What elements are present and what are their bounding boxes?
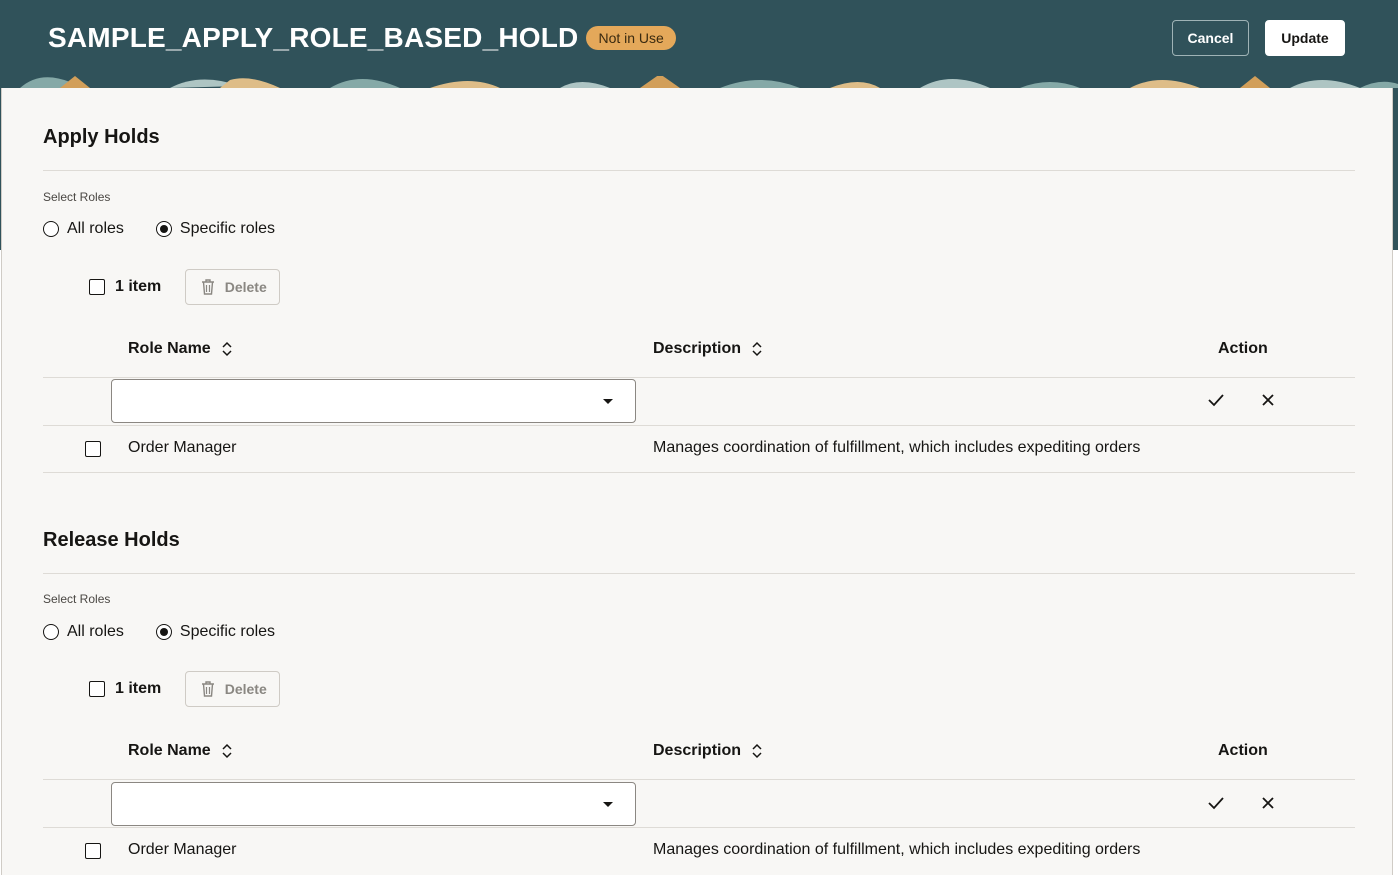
role-name-select[interactable] bbox=[111, 782, 636, 826]
radio-button[interactable] bbox=[43, 624, 59, 640]
row-divider bbox=[43, 425, 1355, 426]
page-header: SAMPLE_APPLY_ROLE_BASED_HOLD Not in Use … bbox=[0, 0, 1398, 88]
radio-label: Specific roles bbox=[179, 220, 276, 237]
radio-all-roles[interactable]: All roles bbox=[43, 623, 124, 641]
item-count: 1 item bbox=[115, 278, 162, 295]
table-toolbar: 1 item Delete bbox=[89, 269, 281, 305]
sort-icon[interactable] bbox=[751, 341, 763, 357]
chevron-down-icon[interactable] bbox=[603, 802, 613, 807]
column-header-description[interactable]: Description bbox=[653, 742, 763, 760]
apply-holds-section: Apply Holds Select Roles All roles Speci… bbox=[43, 126, 1355, 476]
row-checkbox[interactable] bbox=[85, 441, 101, 457]
radio-specific-roles[interactable]: Specific roles bbox=[155, 220, 276, 238]
role-radio-group: All roles Specific roles bbox=[43, 220, 275, 238]
radio-label: All roles bbox=[67, 623, 124, 640]
radio-label: All roles bbox=[67, 220, 124, 237]
role-name-cell: Order Manager bbox=[128, 439, 237, 456]
section-title: Release Holds bbox=[43, 529, 180, 551]
radio-label: Specific roles bbox=[179, 623, 276, 640]
divider bbox=[43, 170, 1355, 171]
row-divider bbox=[43, 472, 1355, 473]
cancel-button[interactable]: Cancel bbox=[1172, 20, 1249, 56]
radio-all-roles[interactable]: All roles bbox=[43, 220, 124, 238]
sort-icon[interactable] bbox=[751, 743, 763, 759]
radio-button[interactable] bbox=[43, 221, 59, 237]
select-roles-label: Select Roles bbox=[43, 190, 111, 204]
select-all-checkbox[interactable] bbox=[89, 681, 105, 697]
release-holds-section: Release Holds Select Roles All roles Spe… bbox=[43, 529, 1355, 875]
delete-button[interactable]: Delete bbox=[185, 671, 281, 707]
delete-label: Delete bbox=[224, 681, 267, 697]
check-icon[interactable] bbox=[1206, 390, 1226, 410]
column-label: Description bbox=[653, 340, 742, 357]
delete-button[interactable]: Delete bbox=[185, 269, 281, 305]
sort-icon[interactable] bbox=[221, 743, 233, 759]
trash-icon bbox=[201, 681, 214, 697]
select-roles-label: Select Roles bbox=[43, 592, 111, 606]
table-toolbar: 1 item Delete bbox=[89, 671, 281, 707]
column-label: Description bbox=[653, 742, 742, 759]
radio-button[interactable] bbox=[155, 624, 172, 640]
chevron-down-icon[interactable] bbox=[603, 399, 613, 404]
select-all-checkbox[interactable] bbox=[89, 279, 105, 295]
radio-button[interactable] bbox=[155, 221, 172, 237]
status-badge: Not in Use bbox=[586, 26, 676, 50]
row-divider bbox=[43, 377, 1355, 378]
column-label: Action bbox=[1218, 742, 1268, 759]
row-checkbox[interactable] bbox=[85, 843, 101, 859]
main-content: Apply Holds Select Roles All roles Speci… bbox=[1, 88, 1393, 875]
page-title: SAMPLE_APPLY_ROLE_BASED_HOLD bbox=[48, 22, 579, 53]
item-count: 1 item bbox=[115, 680, 162, 697]
divider bbox=[43, 573, 1355, 574]
close-icon[interactable] bbox=[1258, 793, 1278, 813]
close-icon[interactable] bbox=[1258, 390, 1278, 410]
column-header-action: Action bbox=[1218, 340, 1268, 358]
column-label: Role Name bbox=[128, 340, 211, 357]
row-divider bbox=[43, 779, 1355, 780]
column-label: Action bbox=[1218, 340, 1268, 357]
title-wrap: SAMPLE_APPLY_ROLE_BASED_HOLD Not in Use bbox=[48, 20, 676, 56]
update-button[interactable]: Update bbox=[1265, 20, 1345, 56]
description-cell: Manages coordination of fulfillment, whi… bbox=[653, 841, 1141, 858]
column-header-role-name[interactable]: Role Name bbox=[128, 742, 233, 760]
description-cell: Manages coordination of fulfillment, whi… bbox=[653, 439, 1141, 456]
column-label: Role Name bbox=[128, 742, 211, 759]
radio-specific-roles[interactable]: Specific roles bbox=[155, 623, 276, 641]
column-header-role-name[interactable]: Role Name bbox=[128, 340, 233, 358]
row-divider bbox=[43, 827, 1355, 828]
section-title: Apply Holds bbox=[43, 126, 160, 148]
scrollbar[interactable] bbox=[1393, 88, 1398, 250]
role-radio-group: All roles Specific roles bbox=[43, 623, 275, 641]
trash-icon bbox=[201, 279, 214, 295]
check-icon[interactable] bbox=[1206, 793, 1226, 813]
role-name-select[interactable] bbox=[111, 379, 636, 423]
delete-label: Delete bbox=[224, 279, 267, 295]
column-header-action: Action bbox=[1218, 742, 1268, 760]
sort-icon[interactable] bbox=[221, 341, 233, 357]
column-header-description[interactable]: Description bbox=[653, 340, 763, 358]
role-name-cell: Order Manager bbox=[128, 841, 237, 858]
